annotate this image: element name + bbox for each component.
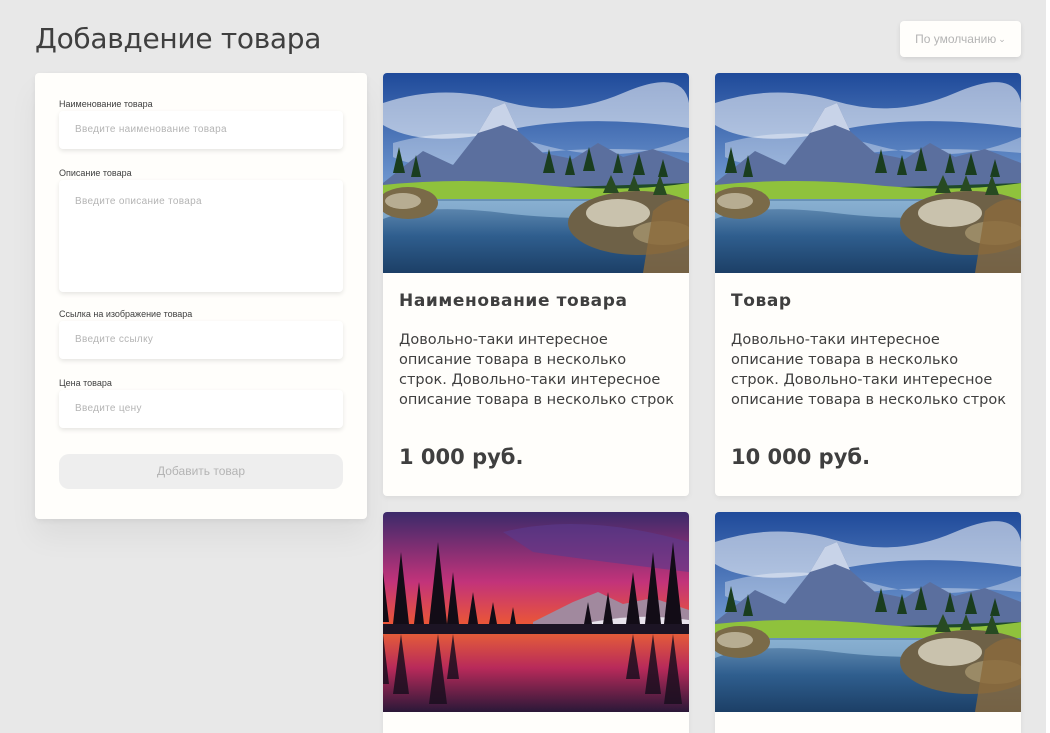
product-card[interactable]: Товар Довольно-таки интересное описание … xyxy=(715,73,1021,496)
page-title: Добавдение товара xyxy=(35,22,322,55)
name-input[interactable]: Введите наименование товара xyxy=(59,111,343,149)
price-input[interactable]: Введите цену xyxy=(59,390,343,428)
name-field-label: Наименование товара xyxy=(59,99,153,109)
product-card[interactable] xyxy=(715,512,1021,733)
page-edge xyxy=(1046,0,1050,733)
product-name: Наименование товара xyxy=(399,291,628,311)
product-card[interactable]: Наименование товара Довольно-таки интере… xyxy=(383,73,689,496)
description-field-label: Описание товара xyxy=(59,168,132,178)
add-product-form: Наименование товара Введите наименование… xyxy=(35,73,367,519)
product-description: Довольно-таки интересное описание товара… xyxy=(399,332,674,408)
description-textarea[interactable]: Введите описание товара xyxy=(59,180,343,292)
image-link-input[interactable]: Введите ссылку xyxy=(59,321,343,359)
product-image xyxy=(383,73,689,273)
sort-select[interactable]: По умолчанию ⌄ xyxy=(900,21,1021,57)
product-name: Товар xyxy=(731,291,792,311)
product-price: 1 000 руб. xyxy=(399,445,524,469)
chevron-down-icon: ⌄ xyxy=(998,34,1006,44)
add-product-button[interactable]: Добавить товар xyxy=(59,454,343,489)
image-link-field-label: Ссылка на изображение товара xyxy=(59,309,193,319)
product-description: Довольно-таки интересное описание товара… xyxy=(731,332,1006,408)
product-image xyxy=(715,512,1021,712)
product-image xyxy=(715,73,1021,273)
product-card[interactable] xyxy=(383,512,689,733)
product-image xyxy=(383,512,689,712)
product-price: 10 000 руб. xyxy=(731,445,871,469)
sort-select-value: По умолчанию xyxy=(915,32,997,46)
price-field-label: Цена товара xyxy=(59,378,112,388)
